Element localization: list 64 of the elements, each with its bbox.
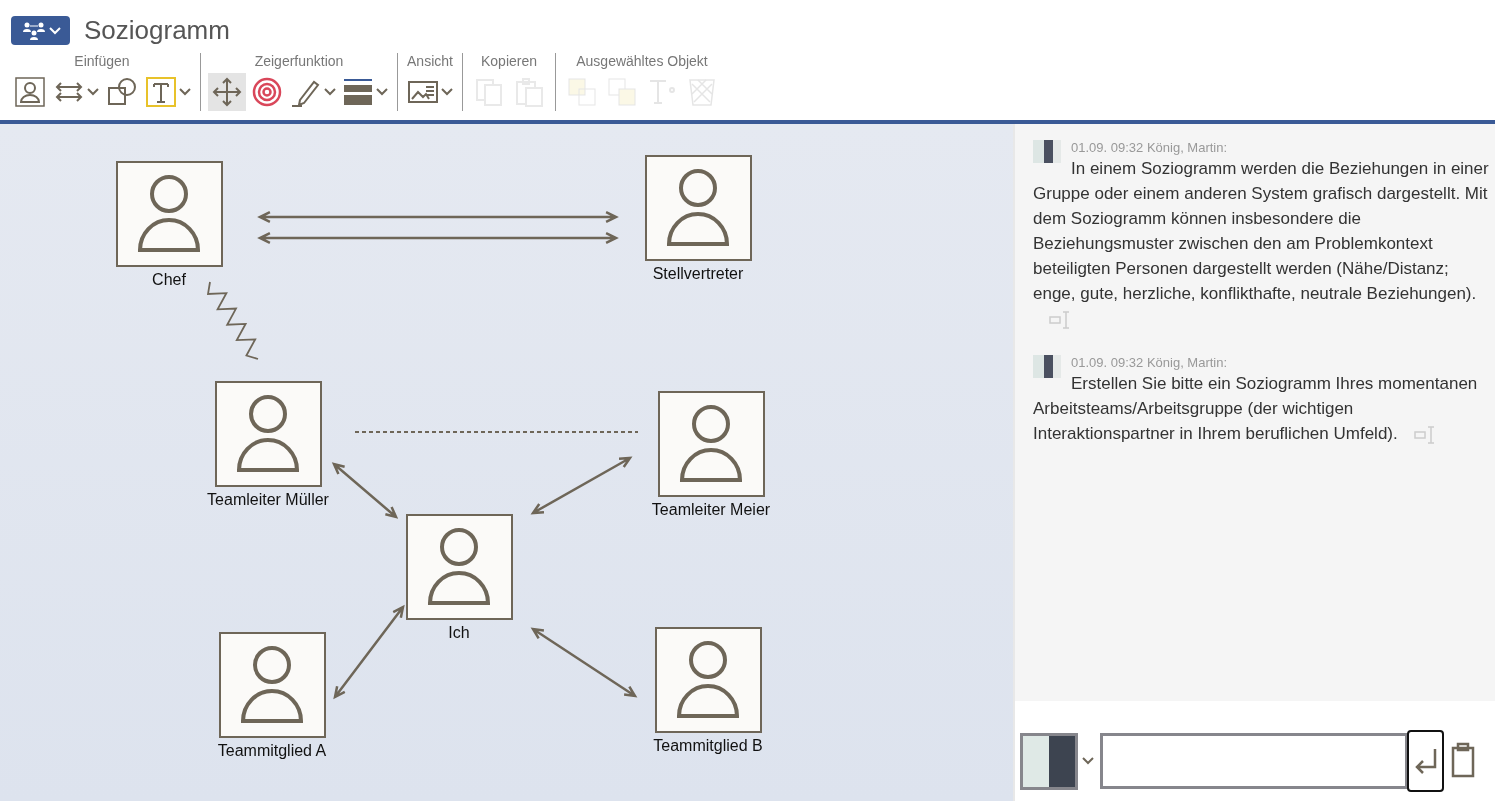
person-icon: [679, 404, 743, 484]
person-node[interactable]: [218, 632, 326, 738]
person-label: Teammitglied A: [217, 742, 327, 760]
send-button[interactable]: [1407, 730, 1444, 792]
app-menu-button[interactable]: [11, 16, 70, 45]
user-photo-placeholder: [1020, 732, 1078, 790]
relation-arrow[interactable]: [331, 462, 399, 519]
person-icon: [666, 168, 730, 248]
app-title: Soziogramm: [84, 15, 230, 46]
avatar-photo-placeholder: [1033, 355, 1061, 378]
caret-icon: [441, 88, 453, 96]
caret-icon: [376, 88, 388, 96]
relation-arrow[interactable]: [257, 210, 619, 245]
caret-icon: [48, 26, 61, 35]
person-label: Teamleiter Meier: [651, 501, 771, 519]
text-icon: [145, 76, 177, 108]
clipboard-icon: [1450, 741, 1476, 778]
toolbar-group-label: Kopieren: [480, 53, 537, 71]
caret-icon: [179, 88, 191, 96]
message-meta: 01.09. 09:32 König, Martin:: [1071, 355, 1228, 372]
person-node[interactable]: [657, 391, 765, 497]
relation-arrow[interactable]: [333, 604, 405, 700]
shapes-icon: [106, 76, 138, 108]
dashed-line[interactable]: [354, 431, 639, 433]
person-label: Teammitglied B: [653, 737, 763, 755]
trash-icon: [686, 76, 718, 108]
zigzag-line[interactable]: [206, 281, 259, 360]
person-node[interactable]: [405, 514, 513, 620]
send-back-icon: [606, 76, 638, 108]
person-icon: [236, 394, 300, 474]
person-icon: [240, 645, 304, 725]
person-node[interactable]: [654, 627, 762, 733]
bring-front-icon: [566, 76, 598, 108]
message-meta: 01.09. 09:32 König, Martin:: [1071, 140, 1228, 157]
person-label: Stellvertreter: [652, 265, 744, 283]
caret-icon: [87, 88, 99, 96]
avatar-photo-placeholder: [1033, 140, 1061, 163]
message-text: Erstellen Sie bitte ein Soziogramm Ihres momentanen Arbeitsteams/Arbeitsgruppe (der wichtigen Interaktionspartner in Ihrem beruflichen Umfeld).: [1033, 373, 1479, 446]
target-icon: [251, 76, 283, 108]
person-label: Chef: [152, 271, 186, 289]
user-select[interactable]: [1020, 732, 1094, 790]
toolbar-group-label: Ansicht: [407, 53, 453, 71]
relation-arrow[interactable]: [530, 627, 638, 698]
toolbar-group-label: Zeigerfunktion: [254, 53, 344, 71]
person-icon: [427, 527, 491, 607]
toolbar-button[interactable]: [208, 73, 246, 111]
person-label: Teamleiter Müller: [207, 491, 329, 509]
message-text: In einem Soziogramm werden die Beziehungen in einer Gruppe oder einem anderen System grafisch dargestellt. Mit dem Soziogramm können insbesondere die Beziehungsmuster zwischen den am Problemkontext beteiligten Personen dargestellt werden (Nähe/Distanz; enge, gute, herzliche, konflikthafte, neutrale Beziehungen).: [1033, 156, 1489, 331]
person-node[interactable]: [644, 155, 752, 261]
caret-icon: [1082, 757, 1094, 765]
relation-arrow[interactable]: [530, 456, 633, 515]
person-node[interactable]: [115, 161, 223, 267]
person-node[interactable]: [214, 381, 322, 487]
move-icon: [211, 76, 243, 108]
person-icon: [14, 76, 46, 108]
message-input[interactable]: [1100, 733, 1408, 789]
group-icon: [20, 21, 47, 40]
line-thickness-icon: [342, 76, 374, 108]
person-icon: [137, 174, 201, 254]
toolbar-group-label: Einfügen: [74, 53, 130, 71]
caret-icon: [324, 88, 336, 96]
toolbar-group-label: Ausgewähltes Objekt: [576, 53, 708, 71]
person-icon: [676, 640, 740, 720]
person-label: Ich: [448, 624, 470, 642]
